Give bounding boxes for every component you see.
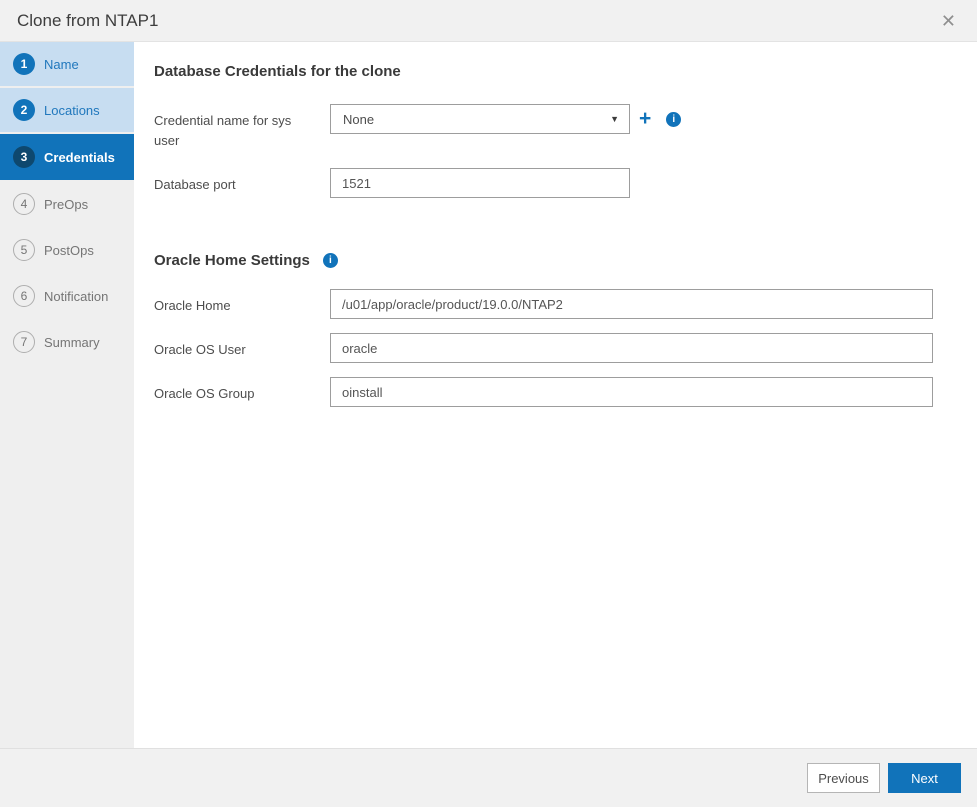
close-icon[interactable]: ✕	[937, 10, 960, 32]
sidebar-step-name[interactable]: 1 Name	[0, 42, 134, 86]
credential-name-row: Credential name for sys user None ▼ + i	[154, 104, 953, 150]
add-credential-icon[interactable]: +	[639, 104, 651, 134]
dialog-titlebar: Clone from NTAP1 ✕	[0, 0, 977, 42]
credential-name-label: Credential name for sys user	[154, 113, 292, 148]
chevron-down-icon: ▼	[610, 114, 619, 124]
step-label: Locations	[44, 102, 100, 118]
database-port-input[interactable]	[330, 168, 630, 198]
oracle-os-group-row: Oracle OS Group	[154, 377, 953, 407]
credential-info-icon[interactable]: i	[666, 112, 682, 127]
oracle-os-user-input[interactable]	[330, 333, 933, 363]
step-label: PreOps	[44, 196, 89, 212]
section-title-database-credentials: Database Credentials for the clone	[154, 63, 953, 80]
oracle-home-label: Oracle Home	[154, 298, 231, 313]
dialog-body: 1 Name 2 Locations 3 Credentials 4 PreOp…	[0, 42, 977, 748]
step-number-badge: 7	[13, 331, 35, 353]
step-number-badge: 4	[13, 193, 35, 215]
sidebar-step-summary[interactable]: 7 Summary	[0, 320, 134, 364]
database-port-row: Database port	[154, 168, 953, 198]
step-number-badge: 3	[13, 146, 35, 168]
credential-name-select[interactable]: None ▼	[330, 104, 630, 134]
sidebar-step-credentials[interactable]: 3 Credentials	[0, 134, 134, 180]
sidebar-step-locations[interactable]: 2 Locations	[0, 88, 134, 132]
sidebar-step-notification[interactable]: 6 Notification	[0, 274, 134, 318]
step-number-badge: 6	[13, 285, 35, 307]
wizard-steps-sidebar: 1 Name 2 Locations 3 Credentials 4 PreOp…	[0, 42, 134, 748]
next-button[interactable]: Next	[888, 763, 961, 793]
step-label: PostOps	[44, 242, 94, 258]
clone-wizard-dialog: Clone from NTAP1 ✕ 1 Name 2 Locations 3 …	[0, 0, 977, 807]
sidebar-step-preops[interactable]: 4 PreOps	[0, 182, 134, 226]
selected-option-text: None	[343, 111, 375, 127]
oracle-os-group-label: Oracle OS Group	[154, 386, 255, 401]
step-label: Name	[44, 56, 79, 72]
step-label: Summary	[44, 334, 100, 350]
step-label: Notification	[44, 288, 109, 304]
oracle-home-input[interactable]	[330, 289, 933, 319]
step-label: Credentials	[44, 149, 115, 165]
oracle-os-user-label: Oracle OS User	[154, 342, 246, 357]
section-title-text: Oracle Home Settings	[154, 252, 310, 269]
step-number-badge: 5	[13, 239, 35, 261]
dialog-title: Clone from NTAP1	[17, 10, 159, 30]
step-number-badge: 2	[13, 99, 35, 121]
sidebar-step-postops[interactable]: 5 PostOps	[0, 228, 134, 272]
section-title-oracle-home-settings: Oracle Home Settings i	[154, 252, 953, 269]
database-port-label: Database port	[154, 177, 236, 192]
oracle-os-group-input[interactable]	[330, 377, 933, 407]
previous-button[interactable]: Previous	[807, 763, 880, 793]
step-number-badge: 1	[13, 53, 35, 75]
section-title-text: Database Credentials for the clone	[154, 63, 401, 80]
oracle-os-user-row: Oracle OS User	[154, 333, 953, 363]
wizard-footer: Previous Next	[0, 748, 977, 807]
oracle-home-row: Oracle Home	[154, 289, 953, 319]
oracle-home-info-icon[interactable]: i	[322, 253, 338, 268]
credentials-step-panel: Database Credentials for the clone Crede…	[134, 42, 977, 748]
